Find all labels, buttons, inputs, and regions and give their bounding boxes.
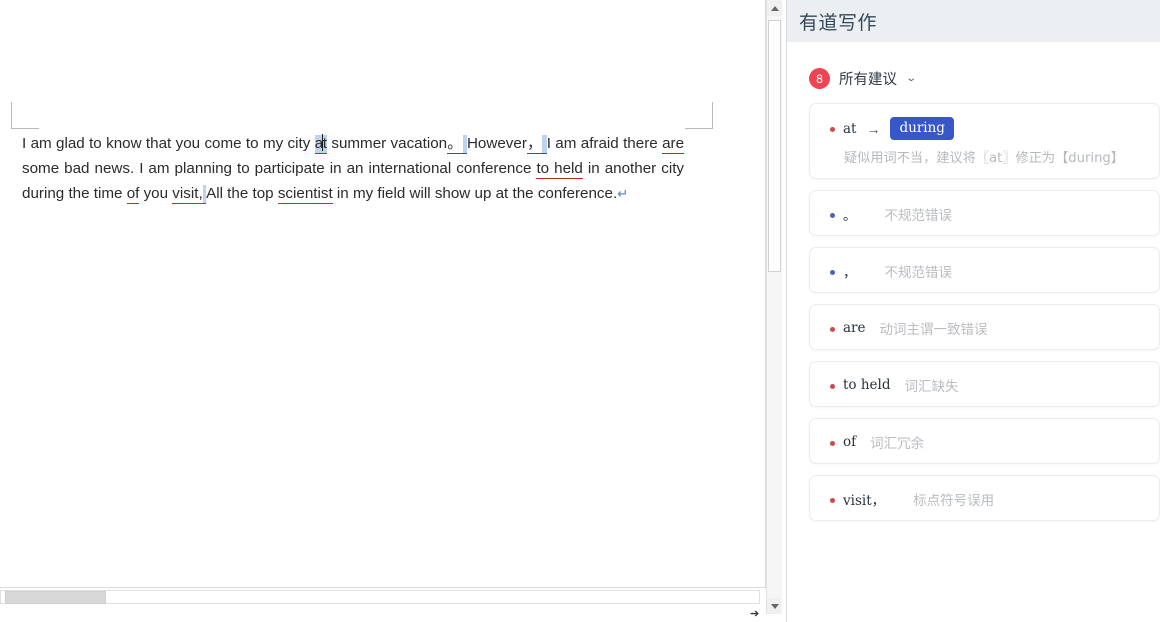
horizontal-scrollbar[interactable] <box>0 587 766 604</box>
youdao-writing-panel: 有道写作 8 所有建议 ⌄ at → during 疑似用词不当，建议将〖at〗… <box>786 0 1160 622</box>
horizontal-scrollbar-thumb[interactable] <box>5 591 106 604</box>
arrow-down-icon <box>771 604 779 609</box>
active-suggestion-text-at[interactable]: at <box>315 135 327 154</box>
text-run: in my field will show up at the conferen… <box>333 185 617 202</box>
suggestion-card-header: at → during <box>810 104 1159 140</box>
suggestion-error-type: 动词主谓一致错误 <box>880 318 988 338</box>
error-mark-to-held[interactable]: to held <box>536 160 582 179</box>
error-mark-fullwidth-period[interactable]: 。 <box>447 135 462 154</box>
panel-body: 8 所有建议 ⌄ at → during 疑似用词不当，建议将〖at〗修正为【d… <box>787 42 1160 622</box>
horizontal-scrollbar-track[interactable] <box>0 590 760 604</box>
error-mark-fullwidth-comma[interactable]: ， <box>527 135 542 154</box>
page-margin-mark-top-left <box>11 102 39 129</box>
suggestion-term: visit， <box>843 489 885 509</box>
error-mark-scientist[interactable]: scientist <box>278 185 333 204</box>
vertical-scrollbar[interactable] <box>766 0 782 614</box>
suggestion-card[interactable]: are 动词主谓一致错误 <box>809 304 1160 350</box>
suggestion-card-header: to held 词汇缺失 <box>810 362 1159 395</box>
document-paragraph[interactable]: I am glad to know that you come to my ci… <box>22 131 684 207</box>
suggestion-card[interactable]: of 词汇冗余 <box>809 418 1160 464</box>
document-editor-pane: I am glad to know that you come to my ci… <box>0 0 782 622</box>
suggestion-count-badge: 8 <box>809 68 830 89</box>
text-run-t: t <box>323 135 327 152</box>
suggestion-card-header: visit， 标点符号误用 <box>810 476 1159 509</box>
vertical-scrollbar-track[interactable] <box>767 16 782 598</box>
suggestion-card[interactable]: at → during 疑似用词不当，建议将〖at〗修正为【during】 <box>809 103 1160 179</box>
suggestion-card-header: are 动词主谓一致错误 <box>810 305 1159 338</box>
document-page[interactable]: I am glad to know that you come to my ci… <box>0 0 766 604</box>
suggestion-card[interactable]: visit， 标点符号误用 <box>809 475 1160 521</box>
severity-dot-icon <box>830 384 835 389</box>
severity-dot-icon <box>830 213 835 218</box>
suggestion-replacement-chip[interactable]: during <box>890 117 953 140</box>
suggestion-error-type: 不规范错误 <box>885 261 953 281</box>
text-run: some bad news. I am planning to particip… <box>22 160 536 177</box>
suggestion-term: at <box>843 121 856 137</box>
severity-dot-icon <box>830 270 835 275</box>
error-mark-visit[interactable]: visit, <box>172 185 202 204</box>
suggestion-term: 。 <box>843 204 857 224</box>
text-run: summer vacation <box>327 135 447 152</box>
scroll-up-button[interactable] <box>767 0 782 16</box>
suggestions-list: at → during 疑似用词不当，建议将〖at〗修正为【during】 。 … <box>787 103 1160 521</box>
arrow-up-icon <box>771 6 779 11</box>
panel-header: 有道写作 <box>787 0 1160 42</box>
severity-dot-icon <box>830 327 835 332</box>
suggestion-term: to held <box>843 377 891 393</box>
severity-dot-icon <box>830 441 835 446</box>
suggestion-error-type: 词汇缺失 <box>905 375 959 395</box>
error-mark-of[interactable]: of <box>127 185 140 204</box>
suggestion-card-header: ， 不规范错误 <box>810 248 1159 281</box>
text-run: I am glad to know that you come to my ci… <box>22 135 315 152</box>
page-margin-mark-top-right <box>685 102 713 129</box>
suggestion-card[interactable]: 。 不规范错误 <box>809 190 1160 236</box>
suggestion-error-type: 标点符号误用 <box>913 489 994 509</box>
suggestion-card[interactable]: ， 不规范错误 <box>809 247 1160 293</box>
vertical-scrollbar-thumb[interactable] <box>768 20 781 272</box>
suggestion-term: ， <box>843 261 857 281</box>
panel-title: 有道写作 <box>799 8 877 35</box>
text-run: I am afraid there <box>547 135 662 152</box>
scroll-down-button[interactable] <box>767 598 782 614</box>
mouse-pointer-icon: ➔ <box>750 607 762 621</box>
error-mark-are[interactable]: are <box>662 135 684 154</box>
suggestion-term: of <box>843 434 856 450</box>
document-text-body[interactable]: I am glad to know that you come to my ci… <box>22 131 684 207</box>
paragraph-mark-icon: ↵ <box>617 186 628 201</box>
arrow-right-icon: → <box>866 121 880 137</box>
suggestion-card-header: 。 不规范错误 <box>810 191 1159 224</box>
suggestion-card[interactable]: to held 词汇缺失 <box>809 361 1160 407</box>
text-run: However <box>467 135 527 152</box>
chevron-down-icon[interactable]: ⌄ <box>905 73 917 84</box>
suggestion-error-type: 不规范错误 <box>885 204 953 224</box>
suggestion-description: 疑似用词不当，建议将〖at〗修正为【during】 <box>810 140 1159 178</box>
suggestion-card-header: of 词汇冗余 <box>810 419 1159 452</box>
severity-dot-icon <box>830 498 835 503</box>
suggestion-term: are <box>843 320 866 336</box>
severity-dot-icon <box>830 127 835 132</box>
text-run: you <box>139 185 172 202</box>
text-run: All the top <box>206 185 278 202</box>
app-root: I am glad to know that you come to my ci… <box>0 0 1160 622</box>
suggestion-error-type: 词汇冗余 <box>870 432 924 452</box>
suggestions-filter-row[interactable]: 8 所有建议 ⌄ <box>787 42 1160 103</box>
suggestion-filter-label[interactable]: 所有建议 <box>839 68 897 89</box>
